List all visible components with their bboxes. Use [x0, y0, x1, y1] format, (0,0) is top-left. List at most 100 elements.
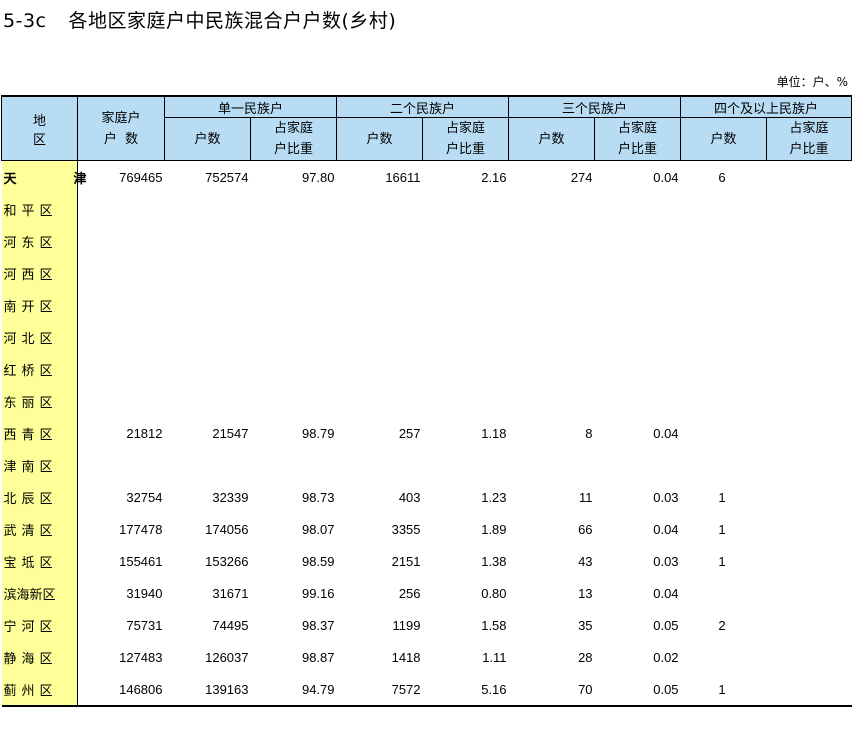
table-row: 南开区 [1, 289, 852, 321]
two-share: 0.80 [481, 585, 507, 601]
single-share [251, 289, 337, 321]
two-count [337, 385, 423, 417]
table-row: 和平区 [1, 193, 852, 225]
households-total [78, 257, 165, 289]
header-count: 户数 [680, 117, 768, 161]
single-count: 31671 [212, 585, 249, 601]
two-count [337, 193, 423, 225]
two-count: 3355 [391, 521, 421, 537]
four-plus-share [767, 641, 852, 673]
table-title: 各地区家庭户中民族混合户户数(乡村) [68, 10, 397, 32]
header-households: 家庭户 户 数 [77, 95, 165, 161]
table-body: 天 津 769465 752574 97.80 16611 2.16 274 0… [1, 160, 852, 707]
single-count [165, 289, 251, 321]
three-share [595, 257, 681, 289]
region-name: 津南区 [1, 449, 78, 481]
households-total [78, 385, 165, 417]
three-count [509, 193, 595, 225]
households-total [78, 321, 165, 353]
single-share: 98.07 [301, 521, 335, 537]
header-group-two: 二个民族户 [336, 95, 510, 118]
households-total [78, 289, 165, 321]
unit-label: 单位：户、% [776, 75, 848, 89]
region-name: 宁河区 [1, 609, 78, 641]
single-share [251, 321, 337, 353]
four-plus-share [767, 417, 852, 449]
three-count [509, 321, 595, 353]
table-row: 红桥区 [1, 353, 852, 385]
table-row: 蓟州区 146806 139163 94.79 7572 5.16 70 0.0… [1, 673, 852, 707]
four-plus-share [767, 481, 852, 513]
region-name: 天 津 [1, 160, 87, 193]
header-share: 占家庭 户比重 [766, 117, 852, 161]
region-name: 和平区 [1, 193, 78, 225]
three-count: 13 [578, 585, 593, 601]
two-count: 1418 [391, 649, 421, 665]
two-share: 1.89 [481, 521, 507, 537]
two-count: 16611 [385, 169, 421, 185]
two-count [337, 225, 423, 257]
four-plus-share [767, 353, 852, 385]
three-count: 28 [578, 649, 593, 665]
four-plus-count: 1 [718, 521, 726, 537]
four-plus-count [681, 577, 767, 609]
region-name: 北辰区 [1, 481, 78, 513]
four-plus-count [681, 289, 767, 321]
three-share: 0.05 [653, 617, 679, 633]
two-count: 7572 [336, 673, 423, 707]
four-plus-share [767, 289, 852, 321]
table-row: 宝坻区 155461 153266 98.59 2151 1.38 43 0.0… [1, 545, 852, 577]
four-plus-share [767, 161, 852, 194]
three-share: 0.02 [653, 649, 679, 665]
header-share: 占家庭 户比重 [422, 117, 510, 161]
page-title: 5-3c 各地区家庭户中民族混合户户数(乡村) [3, 6, 396, 33]
four-plus-share [767, 449, 852, 481]
two-share [423, 321, 509, 353]
three-count [509, 449, 595, 481]
three-count [509, 257, 595, 289]
four-plus-count [681, 449, 767, 481]
two-share [423, 225, 509, 257]
header-share-line2: 户比重 [789, 142, 829, 157]
header-households-line1: 家庭户 [101, 110, 141, 126]
two-share [423, 193, 509, 225]
single-count: 21547 [212, 425, 249, 441]
table-row: 滨海新区 31940 31671 99.16 256 0.80 13 0.04 [1, 577, 852, 609]
single-count [165, 449, 251, 481]
four-plus-share [767, 321, 852, 353]
header-share-line2: 户比重 [446, 142, 486, 157]
three-share [595, 385, 681, 417]
two-count [337, 289, 423, 321]
single-share [251, 193, 337, 225]
three-count: 66 [578, 521, 593, 537]
four-plus-count [681, 257, 767, 289]
three-share [595, 193, 681, 225]
three-share: 0.04 [653, 521, 679, 537]
table-row: 河西区 [1, 257, 852, 289]
region-name: 滨海新区 [1, 577, 78, 609]
single-count: 153266 [205, 553, 249, 569]
header-group-three: 三个民族户 [508, 95, 682, 118]
single-count: 174056 [205, 521, 249, 537]
header-count: 户数 [336, 117, 424, 161]
table-row: 北辰区 32754 32339 98.73 403 1.23 11 0.03 1 [1, 481, 852, 513]
single-share: 94.79 [250, 673, 337, 707]
two-share: 1.23 [481, 489, 507, 505]
region-name: 蓟州区 [1, 673, 78, 707]
two-count: 1199 [392, 617, 421, 633]
table-row: 宁河区 75731 74495 98.37 1199 1.58 35 0.05 … [1, 609, 852, 641]
two-count: 403 [398, 489, 421, 505]
single-count: 74495 [212, 617, 249, 633]
header-share-line1: 占家庭 [274, 121, 314, 136]
three-count: 274 [570, 169, 593, 185]
two-share [423, 289, 509, 321]
three-share: 0.04 [653, 585, 679, 601]
households-total [78, 193, 165, 225]
single-share: 98.59 [301, 553, 335, 569]
single-count [165, 193, 251, 225]
single-share [251, 225, 337, 257]
two-count: 256 [398, 585, 421, 601]
single-share [251, 257, 337, 289]
single-count [165, 385, 251, 417]
region-name: 武清区 [1, 513, 78, 545]
